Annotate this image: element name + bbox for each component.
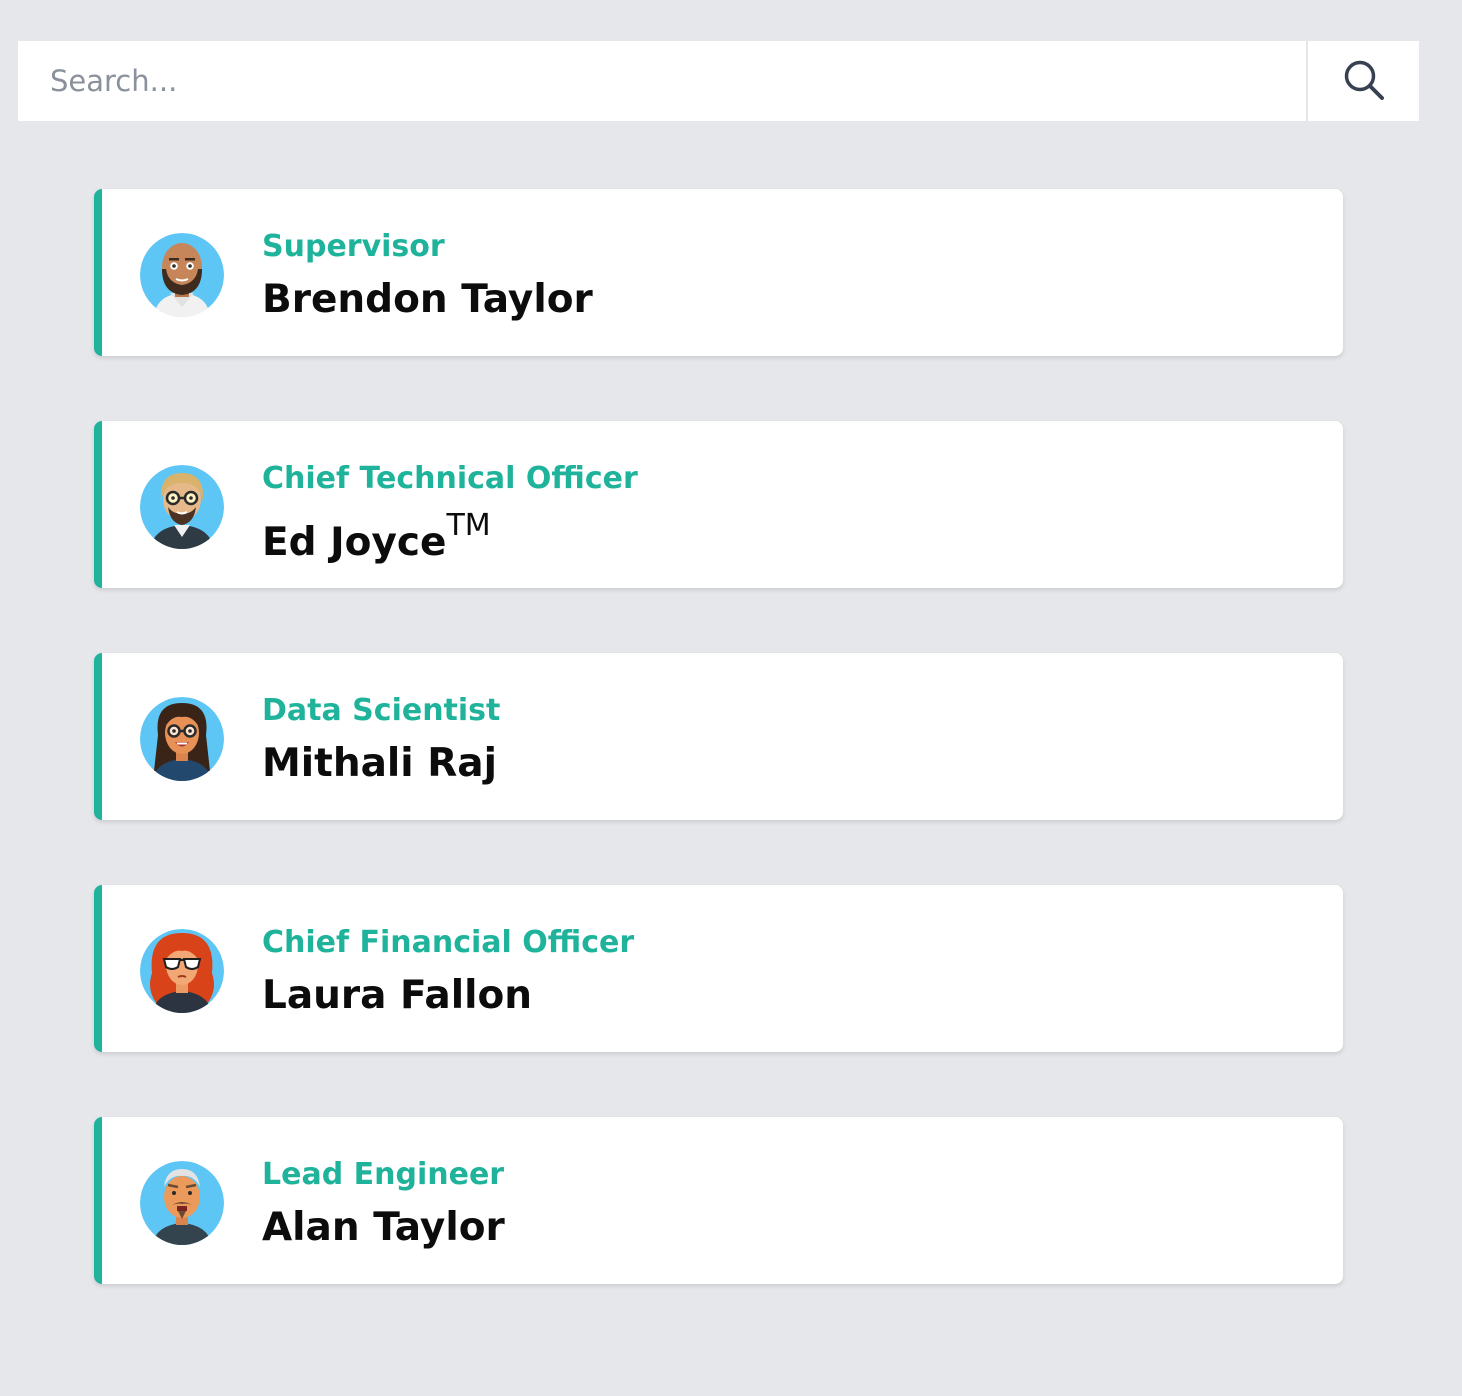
- trademark-symbol: TM: [446, 508, 491, 543]
- woman-glasses-avatar: [140, 697, 224, 781]
- search-bar: [18, 41, 1419, 121]
- search-icon: [1342, 58, 1386, 105]
- person-role: Data Scientist: [262, 693, 501, 728]
- person-role: Chief Financial Officer: [262, 925, 635, 960]
- person-card[interactable]: Data Scientist Mithali Raj: [94, 653, 1343, 820]
- person-card[interactable]: Supervisor Brendon Taylor: [94, 189, 1343, 356]
- person-role: Supervisor: [262, 229, 445, 264]
- person-name: Brendon Taylor: [262, 277, 593, 322]
- person-role: Lead Engineer: [262, 1157, 505, 1192]
- person-card[interactable]: Chief Financial Officer Laura Fallon: [94, 885, 1343, 1052]
- blond-man-glasses-avatar: [140, 465, 224, 549]
- person-card[interactable]: Lead Engineer Alan Taylor: [94, 1117, 1343, 1284]
- bald-bearded-man-avatar: [140, 233, 224, 317]
- person-role: Chief Technical Officer: [262, 461, 638, 496]
- person-card[interactable]: Chief Technical Officer Ed JoyceTM: [94, 421, 1343, 588]
- person-name: Mithali Raj: [262, 741, 497, 786]
- person-name: Alan Taylor: [262, 1205, 505, 1250]
- search-button[interactable]: [1306, 41, 1419, 121]
- people-list: Supervisor Brendon Taylor Chief Technica…: [94, 189, 1343, 1349]
- person-name: Ed JoyceTM: [262, 508, 491, 565]
- redhead-woman-sunglasses-avatar: [140, 929, 224, 1013]
- older-man-mustache-avatar: [140, 1161, 224, 1245]
- person-name: Laura Fallon: [262, 973, 533, 1018]
- search-input[interactable]: [18, 41, 1306, 121]
